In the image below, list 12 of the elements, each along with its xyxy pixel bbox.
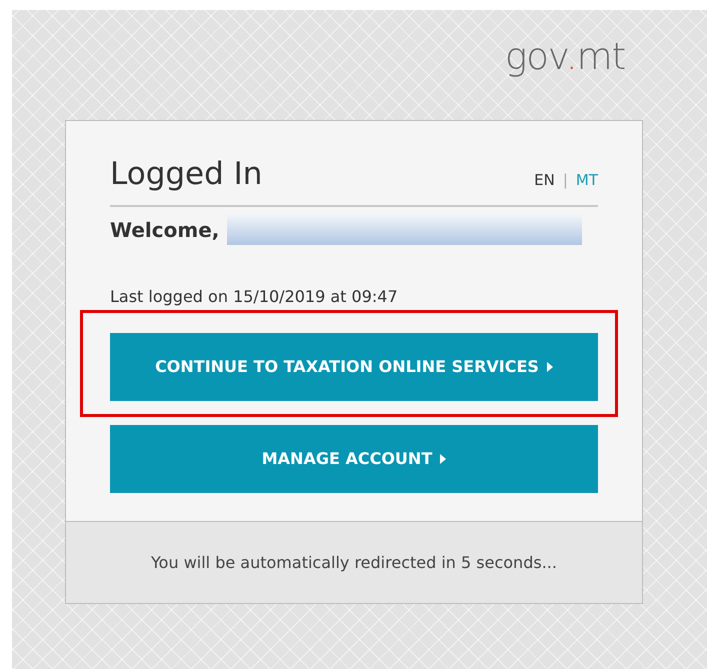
language-link[interactable]: MT bbox=[576, 168, 598, 192]
redirect-message: You will be automatically redirected in 5 seconds... bbox=[151, 552, 557, 574]
welcome-text: Welcome, bbox=[110, 217, 220, 244]
language-separator: | bbox=[562, 170, 568, 191]
last-logged-text: Last logged on 15/10/2019 at 09:47 bbox=[110, 286, 399, 308]
caret-icon bbox=[440, 454, 446, 464]
language-link[interactable]: EN bbox=[534, 168, 555, 192]
action-button[interactable]: MANAGE ACCOUNT bbox=[110, 425, 598, 494]
card-title: Logged In bbox=[110, 157, 262, 192]
site-logo: gov.mt bbox=[505, 38, 626, 80]
caret-icon bbox=[546, 362, 553, 372]
action-button[interactable]: CONTINUE TO TAXATION ONLINE SERVICES bbox=[110, 333, 598, 402]
